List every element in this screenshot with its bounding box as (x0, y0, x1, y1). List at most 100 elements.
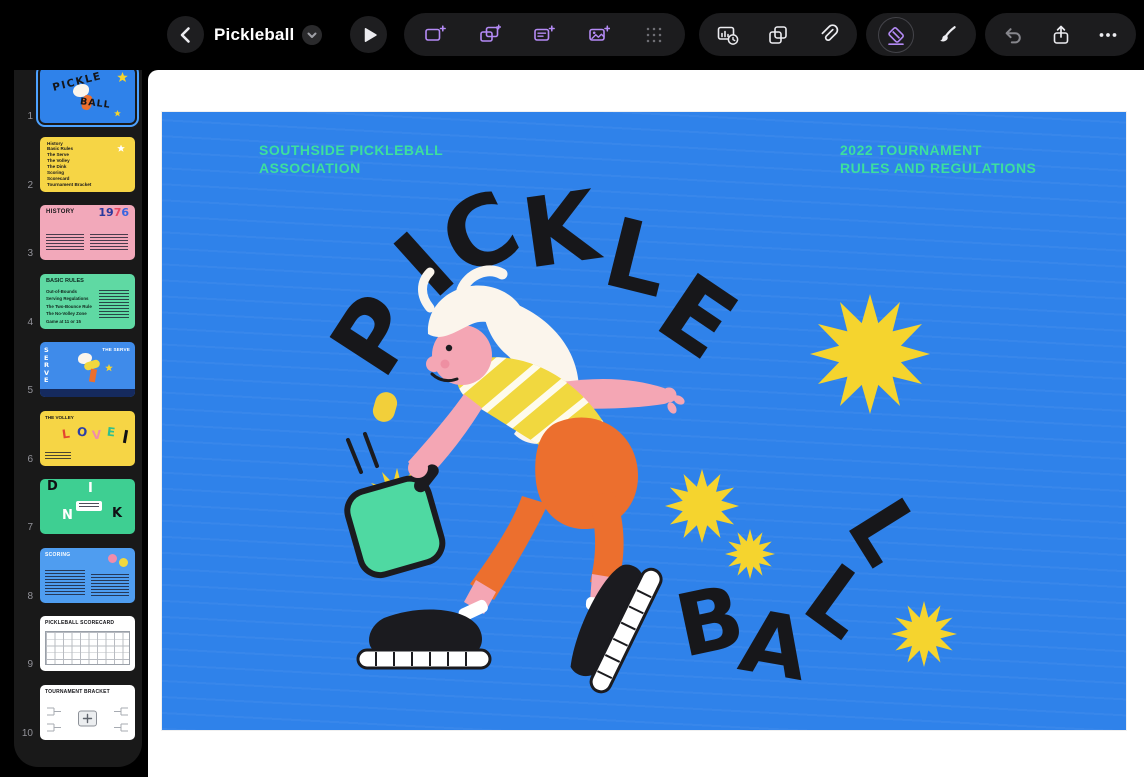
chevron-down-icon[interactable] (302, 25, 322, 45)
eraser-button[interactable] (870, 13, 921, 56)
thumb10-title: TOURNAMENT BRACKET (45, 689, 110, 695)
slide-thumbnail-5[interactable]: SERVE THE SERVE (40, 342, 135, 397)
slide-number: 6 (14, 453, 40, 466)
shapes-button[interactable] (753, 13, 803, 56)
slide-row-9: 9 PICKLEBALL SCORECARD (14, 616, 142, 671)
slide-number: 5 (14, 384, 40, 397)
slide-row-2: 2 History Basic Rules The Serve The Voll… (14, 137, 142, 192)
thumb2-agenda-list: History Basic Rules The Serve The Volley… (47, 141, 91, 188)
attachment-button[interactable] (803, 13, 853, 56)
svg-text:K: K (515, 169, 608, 291)
slide-thumbnail-1[interactable]: PICKLE BALL (40, 68, 135, 123)
shorts (535, 417, 638, 529)
thumb7-text-lines (79, 503, 99, 509)
slide-number: 2 (14, 179, 40, 192)
slide-artwork: PICKLE BALL (162, 112, 1126, 730)
ellipsis-icon (1097, 24, 1119, 46)
add-transition-icon (479, 24, 501, 46)
slide-thumbnail-6[interactable]: THE VOLLEY L O V E (40, 411, 135, 466)
paperclip-icon (817, 24, 839, 46)
slide-row-3: 3 HISTORY 1976 (14, 205, 142, 260)
add-transition-button[interactable] (463, 13, 518, 56)
star-icon (117, 145, 125, 153)
slide-row-6: 6 THE VOLLEY L O V E (14, 411, 142, 466)
slide-row-5: 5 SERVE THE SERVE (14, 342, 142, 397)
play-button[interactable] (350, 16, 387, 53)
thumb7-letter: N (62, 508, 73, 523)
thumb8-paddle (119, 558, 128, 567)
add-media-icon (588, 24, 610, 46)
undo-button[interactable] (989, 13, 1037, 56)
pickleball (370, 390, 399, 425)
thumb8-text-lines (91, 574, 129, 596)
thumb6-accent-bar (122, 429, 127, 442)
thumb8-text-lines (45, 570, 85, 596)
current-slide[interactable]: SOUTHSIDE PICKLEBALL ASSOCIATION 2022 TO… (162, 112, 1126, 730)
slide-row-7: 7 D I N K (14, 479, 142, 534)
document-title-label: Pickleball (214, 25, 294, 45)
back-button[interactable] (167, 16, 204, 53)
thumb4-title: BASIC RULES (46, 278, 84, 284)
draw-toolbar-group (866, 13, 976, 56)
slide-navigator: 1 PICKLE BALL 2 History Basic Rules The (14, 10, 142, 767)
rule-item: Serving Regulations (46, 295, 92, 303)
add-slide-button[interactable] (408, 13, 463, 56)
add-text-button[interactable] (517, 13, 572, 56)
slide-thumbnail-9[interactable]: PICKLEBALL SCORECARD (40, 616, 135, 671)
eraser-icon (885, 24, 907, 46)
actions-toolbar-group (985, 13, 1136, 56)
slide-number: 10 (14, 727, 40, 740)
thumb5-footer-strip (40, 389, 135, 397)
thumb8-title: SCORING (45, 552, 70, 558)
thumb7-letter: I (88, 481, 93, 496)
share-button[interactable] (1037, 13, 1085, 56)
thumb8-paddle (108, 554, 117, 563)
document-title[interactable]: Pickleball (214, 0, 322, 70)
add-slide-icon (424, 24, 446, 46)
slide-number: 7 (14, 521, 40, 534)
rule-item: The No-Volley Zone (46, 310, 92, 318)
slide-thumbnail-7[interactable]: D I N K (40, 479, 135, 534)
slide-thumbnail-8[interactable]: SCORING (40, 548, 135, 603)
star-icon (117, 72, 128, 83)
year-digit: 9 (106, 206, 114, 219)
undo-icon (1002, 24, 1024, 46)
year-digit: 6 (121, 206, 129, 219)
slide-number: 4 (14, 316, 40, 329)
grid-options-button[interactable] (626, 13, 681, 56)
slide-thumbnail-4[interactable]: BASIC RULES Out-of-Bounds Serving Regula… (40, 274, 135, 329)
pickleball-paddle (343, 474, 447, 580)
slide-row-10: 10 TOURNAMENT BRACKET (14, 685, 142, 740)
slide-row-1: 1 PICKLE BALL (14, 68, 142, 123)
grid-dots-icon (643, 24, 665, 46)
slide-row-8: 8 SCORING (14, 548, 142, 603)
thumb3-year: 1976 (98, 206, 129, 219)
thumb4-rule-list: Out-of-Bounds Serving Regulations The Tw… (46, 288, 92, 326)
rule-item: The Two-Bounce Rule (46, 303, 92, 311)
paintbrush-icon (936, 24, 958, 46)
slide-thumbnail-2[interactable]: History Basic Rules The Serve The Volley… (40, 137, 135, 192)
thumb9-scorecard-grid (45, 631, 130, 665)
present-toolbar-group (699, 13, 857, 56)
add-media-button[interactable] (572, 13, 627, 56)
more-button[interactable] (1084, 13, 1132, 56)
slide-list: 1 PICKLE BALL 2 History Basic Rules The (14, 68, 142, 740)
thumb6-letter: E (106, 424, 116, 439)
keynote-app: Pickleball (0, 0, 1144, 777)
slide-number: 9 (14, 658, 40, 671)
selected-tool-ring (878, 17, 914, 53)
play-icon (358, 24, 380, 46)
thumb5-figure-leg (89, 369, 97, 383)
thumb10-bracket-diagram (40, 700, 135, 740)
add-text-icon (533, 24, 555, 46)
insert-toolbar-group (404, 13, 685, 56)
slide-thumbnail-10[interactable]: TOURNAMENT BRACKET (40, 685, 135, 740)
rehearse-button[interactable] (703, 13, 753, 56)
paintbrush-button[interactable] (921, 13, 972, 56)
thumb6-title: THE VOLLEY (45, 415, 74, 420)
slide-number: 3 (14, 247, 40, 260)
slide-thumbnail-3[interactable]: HISTORY 1976 (40, 205, 135, 260)
star-icon (105, 364, 113, 372)
rule-item: Game at 11 or 15 (46, 318, 92, 326)
thumb3-title: HISTORY (46, 209, 74, 215)
